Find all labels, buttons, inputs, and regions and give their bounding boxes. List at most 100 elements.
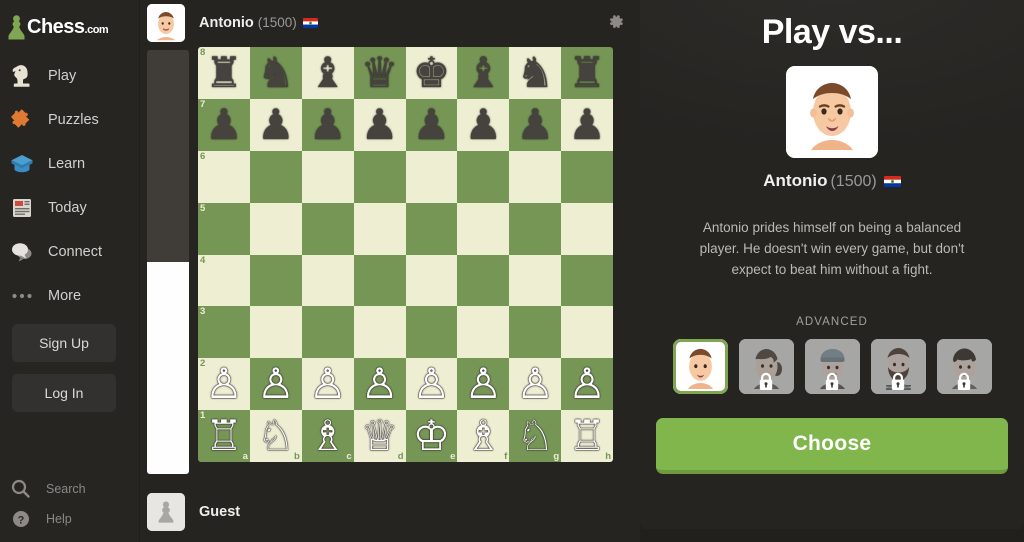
sidebar-item-play[interactable]: Play — [0, 54, 139, 98]
antonio-avatar[interactable] — [147, 4, 185, 42]
board-square-h7[interactable]: ♟ — [561, 98, 613, 151]
board-square-d6[interactable] — [353, 150, 406, 203]
board-square-f6[interactable] — [457, 150, 510, 203]
board-square-c1[interactable]: c ♗ — [301, 410, 354, 462]
board-square-b8[interactable]: ♞ — [249, 47, 302, 99]
board-square-d5[interactable] — [353, 202, 406, 255]
board-square-b5[interactable] — [249, 202, 302, 255]
board-square-b6[interactable] — [249, 150, 302, 203]
board-square-g6[interactable] — [509, 150, 562, 203]
board-square-f1[interactable]: f ♗ — [457, 410, 510, 462]
sidebar-item-more[interactable]: More — [0, 274, 139, 318]
black-pawn-piece[interactable]: ♟ — [509, 99, 561, 151]
board-square-d2[interactable]: ♙ — [353, 358, 406, 411]
white-knight-piece[interactable]: ♘ — [509, 410, 561, 462]
white-pawn-piece[interactable]: ♙ — [561, 358, 613, 410]
board-square-a6[interactable]: 6 — [198, 150, 250, 203]
sidebar-item-help[interactable]: ? Help — [0, 504, 140, 534]
sidebar-item-search[interactable]: Search — [0, 474, 140, 504]
board-square-g2[interactable]: ♙ — [509, 358, 562, 411]
board-square-f8[interactable]: ♝ — [457, 47, 510, 99]
board-square-c4[interactable] — [301, 254, 354, 307]
white-bishop-piece[interactable]: ♗ — [457, 410, 509, 462]
board-square-e6[interactable] — [405, 150, 458, 203]
white-bishop-piece[interactable]: ♗ — [302, 410, 354, 462]
board-square-e5[interactable] — [405, 202, 458, 255]
black-knight-piece[interactable]: ♞ — [509, 47, 561, 99]
board-square-h5[interactable] — [561, 202, 613, 255]
white-pawn-piece[interactable]: ♙ — [198, 358, 250, 410]
black-pawn-piece[interactable]: ♟ — [406, 99, 458, 151]
board-square-f2[interactable]: ♙ — [457, 358, 510, 411]
white-pawn-piece[interactable]: ♙ — [302, 358, 354, 410]
board-square-g5[interactable] — [509, 202, 562, 255]
bot-thumbnail-bot-4[interactable] — [870, 339, 926, 394]
board-square-d3[interactable] — [353, 306, 406, 359]
board-square-h4[interactable] — [561, 254, 613, 307]
board-square-c5[interactable] — [301, 202, 354, 255]
board-square-h6[interactable] — [561, 150, 613, 203]
board-square-h3[interactable] — [561, 306, 613, 359]
black-pawn-piece[interactable]: ♟ — [198, 99, 250, 151]
sidebar-item-puzzles[interactable]: Puzzles — [0, 98, 139, 142]
board-square-c8[interactable]: ♝ — [301, 47, 354, 99]
black-pawn-piece[interactable]: ♟ — [354, 99, 406, 151]
board-square-c6[interactable] — [301, 150, 354, 203]
black-knight-piece[interactable]: ♞ — [250, 47, 302, 99]
board-square-d1[interactable]: d ♕ — [353, 410, 406, 462]
board-square-g8[interactable]: ♞ — [509, 47, 562, 99]
white-knight-piece[interactable]: ♘ — [250, 410, 302, 462]
board-square-c2[interactable]: ♙ — [301, 358, 354, 411]
board-square-f4[interactable] — [457, 254, 510, 307]
board-square-b7[interactable]: ♟ — [249, 98, 302, 151]
sidebar-item-learn[interactable]: Learn — [0, 142, 139, 186]
black-pawn-piece[interactable]: ♟ — [561, 99, 613, 151]
board-square-g4[interactable] — [509, 254, 562, 307]
bot-thumbnail-bot-5[interactable] — [936, 339, 992, 394]
sidebar-item-connect[interactable]: Connect — [0, 230, 139, 274]
board-square-h2[interactable]: ♙ — [561, 358, 613, 411]
white-pawn-piece[interactable]: ♙ — [354, 358, 406, 410]
sidebar-item-today[interactable]: Today — [0, 186, 139, 230]
board-square-e7[interactable]: ♟ — [405, 98, 458, 151]
white-pawn-piece[interactable]: ♙ — [406, 358, 458, 410]
choose-button[interactable]: Choose — [656, 418, 1008, 474]
board-square-a8[interactable]: 8 ♜ — [198, 47, 250, 99]
board-square-b1[interactable]: b ♘ — [249, 410, 302, 462]
board-square-d8[interactable]: ♛ — [353, 47, 406, 99]
board-square-f3[interactable] — [457, 306, 510, 359]
board-square-d7[interactable]: ♟ — [353, 98, 406, 151]
board-square-g7[interactable]: ♟ — [509, 98, 562, 151]
black-rook-piece[interactable]: ♜ — [561, 47, 613, 99]
board-square-h1[interactable]: h ♖ — [561, 410, 613, 462]
board-square-b3[interactable] — [249, 306, 302, 359]
board-square-h8[interactable]: ♜ — [561, 47, 613, 99]
board-square-e3[interactable] — [405, 306, 458, 359]
board-square-b4[interactable] — [249, 254, 302, 307]
board-square-e1[interactable]: e ♔ — [405, 410, 458, 462]
black-queen-piece[interactable]: ♛ — [354, 47, 406, 99]
black-bishop-piece[interactable]: ♝ — [457, 47, 509, 99]
bot-thumbnail-antonio[interactable] — [672, 339, 728, 394]
white-pawn-piece[interactable]: ♙ — [457, 358, 509, 410]
board-square-a1[interactable]: 1 a ♖ — [198, 410, 250, 462]
white-queen-piece[interactable]: ♕ — [354, 410, 406, 462]
bot-thumbnail-bot-2[interactable] — [738, 339, 794, 394]
black-pawn-piece[interactable]: ♟ — [250, 99, 302, 151]
log-in-button[interactable]: Log In — [12, 374, 116, 412]
board-square-c7[interactable]: ♟ — [301, 98, 354, 151]
bot-thumbnail-bot-3[interactable] — [804, 339, 860, 394]
black-rook-piece[interactable]: ♜ — [198, 47, 250, 99]
white-rook-piece[interactable]: ♖ — [198, 410, 250, 462]
white-king-piece[interactable]: ♔ — [406, 410, 458, 462]
white-pawn-piece[interactable]: ♙ — [509, 358, 561, 410]
sign-up-button[interactable]: Sign Up — [12, 324, 116, 362]
board-square-a4[interactable]: 4 — [198, 254, 250, 307]
board-square-c3[interactable] — [301, 306, 354, 359]
white-rook-piece[interactable]: ♖ — [561, 410, 613, 462]
black-pawn-piece[interactable]: ♟ — [457, 99, 509, 151]
black-bishop-piece[interactable]: ♝ — [302, 47, 354, 99]
board-square-e2[interactable]: ♙ — [405, 358, 458, 411]
board-square-b2[interactable]: ♙ — [249, 358, 302, 411]
evaluation-bar[interactable] — [147, 50, 189, 474]
